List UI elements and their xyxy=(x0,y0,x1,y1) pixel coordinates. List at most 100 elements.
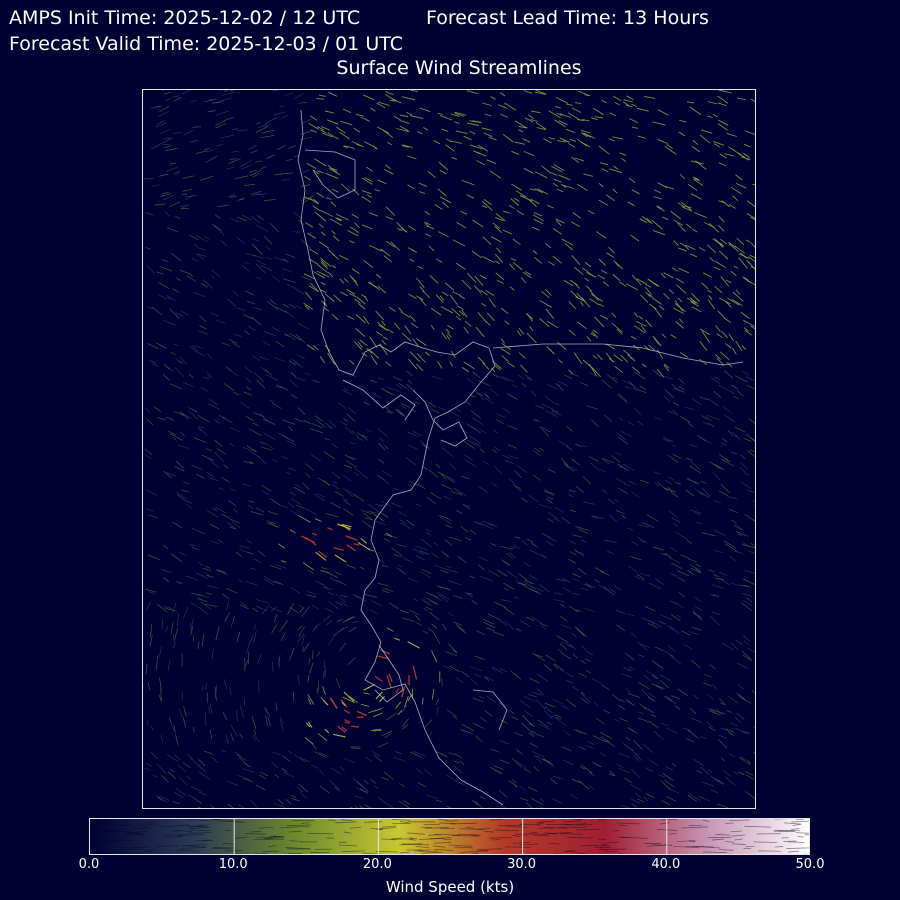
streamline xyxy=(465,592,474,598)
streamline xyxy=(415,503,422,507)
streamline xyxy=(546,346,555,355)
streamline xyxy=(229,518,240,524)
streamline xyxy=(340,766,346,772)
streamline xyxy=(493,765,504,770)
streamline xyxy=(644,286,652,296)
streamline xyxy=(346,413,356,422)
streamline xyxy=(156,655,159,670)
streamline xyxy=(528,786,538,792)
streamline xyxy=(550,778,558,785)
streamline xyxy=(348,407,356,415)
map-title: Surface Wind Streamlines xyxy=(336,57,582,79)
streamline xyxy=(474,655,485,660)
streamline xyxy=(317,732,328,742)
streamline xyxy=(753,504,755,506)
streamline xyxy=(256,507,265,513)
streamline xyxy=(703,682,712,687)
streamline xyxy=(388,306,396,312)
streamline xyxy=(357,542,371,551)
streamline xyxy=(305,291,313,301)
streamline xyxy=(424,210,431,216)
streamline xyxy=(409,115,424,120)
streamline xyxy=(443,495,452,500)
streamline xyxy=(270,761,279,769)
streamline xyxy=(736,712,745,721)
streamline xyxy=(269,498,281,506)
streamline xyxy=(224,612,231,622)
streamline xyxy=(482,255,495,264)
streamline xyxy=(561,705,569,710)
streamline xyxy=(359,788,368,794)
streamline xyxy=(244,261,250,265)
streamline xyxy=(652,121,666,126)
streamline xyxy=(482,236,492,245)
streamline xyxy=(499,759,510,764)
streamline xyxy=(197,806,202,808)
streamline xyxy=(260,265,266,268)
streamline xyxy=(253,558,262,563)
streamline xyxy=(324,293,335,302)
streamline xyxy=(642,522,655,529)
streamline xyxy=(249,169,258,173)
streamline xyxy=(539,300,552,308)
streamline xyxy=(318,477,331,486)
streamline xyxy=(737,684,744,689)
streamline xyxy=(289,379,298,388)
streamline xyxy=(225,587,238,594)
streamline xyxy=(733,525,744,531)
streamline xyxy=(395,751,402,754)
streamline xyxy=(650,714,657,718)
streamline xyxy=(385,361,392,367)
streamline xyxy=(196,473,205,479)
streamline xyxy=(330,501,342,509)
streamline xyxy=(381,564,389,568)
streamline xyxy=(247,651,250,665)
streamline xyxy=(438,586,451,591)
streamline xyxy=(511,757,522,768)
streamline xyxy=(172,521,183,529)
streamline xyxy=(445,144,455,152)
streamline xyxy=(578,746,586,750)
streamline xyxy=(453,621,463,626)
streamline xyxy=(712,113,718,118)
streamline xyxy=(205,683,207,690)
streamline xyxy=(427,171,436,179)
streamline xyxy=(197,641,200,650)
streamline xyxy=(722,405,732,414)
streamline xyxy=(263,331,276,336)
streamline xyxy=(623,349,631,357)
streamline xyxy=(503,210,510,214)
streamline xyxy=(243,330,250,336)
streamline xyxy=(693,611,702,619)
streamline xyxy=(380,476,389,485)
streamline xyxy=(351,141,364,148)
streamline xyxy=(170,721,175,732)
streamline xyxy=(229,90,235,92)
streamline xyxy=(740,311,750,319)
streamline xyxy=(553,228,562,235)
streamline xyxy=(272,90,279,92)
streamline xyxy=(401,705,408,714)
streamline xyxy=(437,112,443,115)
streamline xyxy=(344,709,351,714)
streamline xyxy=(179,411,189,420)
streamline xyxy=(699,436,712,444)
streamline xyxy=(409,258,415,262)
streamline xyxy=(507,425,518,430)
streamline xyxy=(286,283,294,288)
streamline xyxy=(458,295,466,300)
streamline xyxy=(751,689,755,694)
streamline xyxy=(284,310,294,318)
streamline xyxy=(688,558,697,563)
streamline xyxy=(201,454,214,461)
streamline xyxy=(545,498,554,504)
streamline xyxy=(336,619,343,622)
streamline xyxy=(163,364,170,370)
streamline xyxy=(405,457,417,466)
streamline xyxy=(481,303,487,307)
streamline xyxy=(431,594,443,602)
streamline xyxy=(744,513,755,522)
streamline xyxy=(552,182,559,187)
streamline xyxy=(228,194,236,198)
streamline xyxy=(695,563,701,568)
